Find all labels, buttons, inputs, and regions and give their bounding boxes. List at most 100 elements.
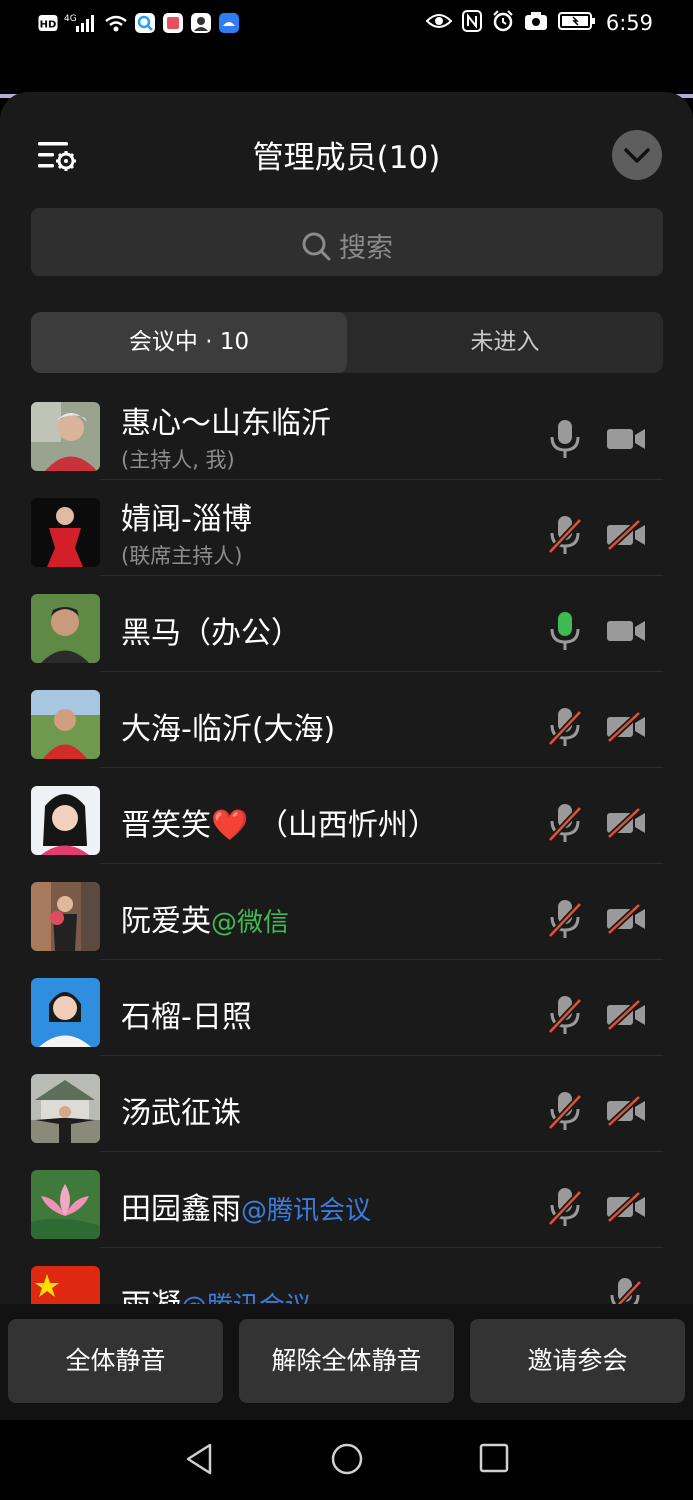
avatar [31, 498, 100, 567]
member-row[interactable]: 雨凝@腾讯会议 [0, 1260, 693, 1306]
app-notification-icon [218, 12, 240, 38]
tab-in-meeting[interactable]: 会议中 · 10 [31, 312, 347, 373]
unmute-all-button[interactable]: 解除全体静音 [239, 1319, 454, 1403]
recents-icon[interactable] [478, 1442, 510, 1478]
camera-off-icon[interactable] [605, 902, 647, 936]
avatar [31, 1266, 100, 1306]
page-title: 管理成员(10) [252, 140, 441, 176]
member-name: 惠心～山东临沂 [121, 406, 331, 441]
camera-off-icon[interactable] [605, 1094, 647, 1128]
nfc-icon [461, 10, 482, 36]
row-divider [100, 1055, 663, 1056]
member-row[interactable]: 惠心～山东临沂 (主持人, 我) [0, 396, 693, 492]
camera-on-icon[interactable] [605, 614, 647, 648]
avatar [31, 690, 100, 759]
row-divider [100, 1247, 663, 1248]
avatar [31, 1074, 100, 1143]
camera-off-icon[interactable] [605, 710, 647, 744]
back-icon[interactable] [184, 1442, 214, 1480]
member-info: 雨凝@腾讯会议 [121, 1260, 541, 1306]
microphone-speaking-icon[interactable] [546, 610, 584, 652]
action-bar: 全体静音 解除全体静音 邀请参会 [0, 1304, 693, 1420]
background-gap [0, 48, 693, 98]
app-notification-icon [190, 12, 212, 38]
member-name: 晋笑笑❤️ （山西忻州） [121, 808, 438, 843]
wifi-icon [104, 13, 128, 37]
microphone-muted-icon[interactable] [546, 1090, 584, 1132]
member-info: 石榴-日照 [121, 972, 541, 1054]
member-management-sheet: 管理成员(10) 搜索 会议中 · 10 未进入 惠心～山东临沂 (主持人, 我… [0, 92, 693, 1420]
tab-not-joined[interactable]: 未进入 [347, 312, 663, 373]
member-info: 大海-临沂(大海) [121, 684, 541, 766]
member-info: 田园鑫雨@腾讯会议 [121, 1164, 541, 1246]
microphone-on-icon[interactable] [546, 418, 584, 460]
chevron-down-icon [624, 148, 650, 163]
member-info: 婧闻-淄博 (联席主持人) [121, 492, 541, 574]
4g-signal-icon: 4G [64, 12, 98, 38]
member-row[interactable]: 婧闻-淄博 (联席主持人) [0, 492, 693, 588]
member-info: 黑马（办公） [121, 588, 541, 670]
row-divider [100, 671, 663, 672]
source-tag: @腾讯会议 [241, 1196, 372, 1226]
app-notification-icon [134, 12, 156, 38]
microphone-muted-icon[interactable] [546, 994, 584, 1036]
member-list[interactable]: 惠心～山东临沂 (主持人, 我) 婧闻-淄博 (联席主持人) 黑马（办公） 大海… [0, 396, 693, 1306]
member-info: 阮爱英@微信 [121, 876, 541, 958]
sheet-header: 管理成员(10) [0, 92, 693, 210]
member-tabs: 会议中 · 10 未进入 [31, 312, 663, 373]
member-row[interactable]: 阮爱英@微信 [0, 876, 693, 972]
svg-text:4G: 4G [64, 14, 77, 24]
alarm-icon [492, 10, 514, 36]
avatar [31, 594, 100, 663]
microphone-muted-icon[interactable] [546, 514, 584, 556]
eye-icon [425, 12, 453, 34]
microphone-muted-icon[interactable] [546, 1186, 584, 1228]
microphone-muted-icon[interactable] [546, 898, 584, 940]
status-left: HD 4G [38, 12, 240, 38]
avatar [31, 786, 100, 855]
row-divider [100, 863, 663, 864]
mute-all-button[interactable]: 全体静音 [8, 1319, 223, 1403]
home-icon[interactable] [330, 1442, 364, 1480]
camera-on-icon[interactable] [605, 422, 647, 456]
member-search-input[interactable]: 搜索 [31, 208, 663, 276]
camera-off-icon[interactable] [605, 806, 647, 840]
member-name: 大海-临沂(大海) [121, 712, 336, 747]
camera-icon [524, 11, 548, 35]
row-divider [100, 959, 663, 960]
row-divider [100, 575, 663, 576]
svg-text:HD: HD [40, 20, 57, 31]
camera-off-icon[interactable] [605, 518, 647, 552]
row-divider [100, 767, 663, 768]
member-name: 黑马（办公） [121, 616, 301, 651]
system-nav-bar [0, 1420, 693, 1500]
row-divider [100, 479, 663, 480]
member-row[interactable]: 田园鑫雨@腾讯会议 [0, 1164, 693, 1260]
member-name: 雨凝@腾讯会议 [121, 1280, 311, 1306]
member-row[interactable]: 大海-临沂(大海) [0, 684, 693, 780]
invite-button[interactable]: 邀请参会 [470, 1319, 685, 1403]
camera-off-icon[interactable] [605, 998, 647, 1032]
member-role: (联席主持人) [121, 544, 243, 568]
app-notification-icon [162, 12, 184, 38]
member-row[interactable]: 汤武征诛 [0, 1068, 693, 1164]
member-info: 汤武征诛 [121, 1068, 541, 1150]
avatar [31, 1170, 100, 1239]
member-row[interactable]: 石榴-日照 [0, 972, 693, 1068]
member-name: 石榴-日照 [121, 1000, 252, 1035]
camera-off-icon[interactable] [605, 1190, 647, 1224]
member-name: 汤武征诛 [121, 1096, 241, 1131]
hd-icon: HD [38, 14, 58, 36]
member-info: 晋笑笑❤️ （山西忻州） [121, 780, 541, 862]
member-row[interactable]: 晋笑笑❤️ （山西忻州） [0, 780, 693, 876]
collapse-sheet-button[interactable] [612, 130, 662, 180]
microphone-muted-icon[interactable] [606, 1276, 648, 1306]
microphone-muted-icon[interactable] [546, 802, 584, 844]
member-info: 惠心～山东临沂 (主持人, 我) [121, 396, 541, 478]
microphone-muted-icon[interactable] [546, 706, 584, 748]
avatar [31, 978, 100, 1047]
status-bar: HD 4G 6:59 [0, 0, 693, 48]
avatar [31, 402, 100, 471]
member-row[interactable]: 黑马（办公） [0, 588, 693, 684]
member-name: 田园鑫雨@腾讯会议 [121, 1192, 372, 1227]
